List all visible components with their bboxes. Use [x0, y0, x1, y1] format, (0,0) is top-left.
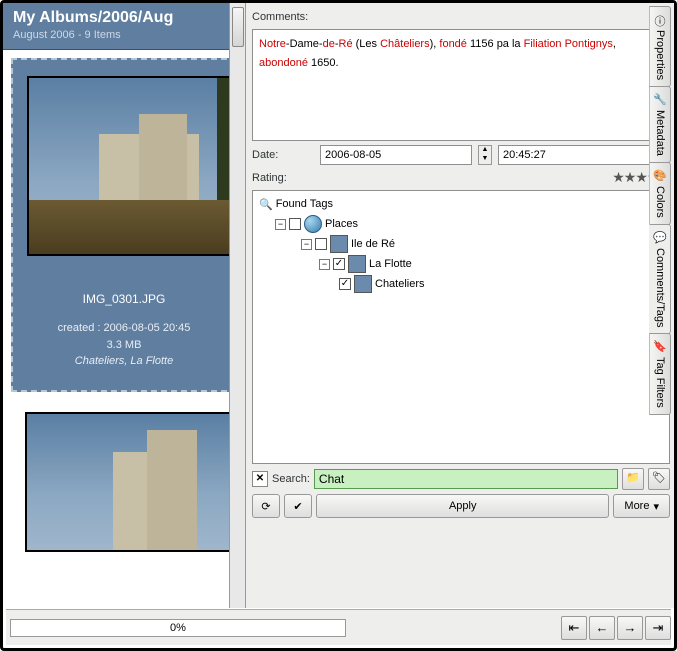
comments-label: Comments: — [252, 9, 670, 25]
tree-node-places[interactable]: −Places — [257, 214, 665, 234]
status-bar: 0% ⇤ ← → ⇥ — [6, 609, 671, 645]
date-input[interactable] — [320, 145, 472, 165]
comment-icon: 💬 — [653, 231, 667, 245]
progress-bar: 0% — [10, 619, 346, 637]
tags-tree[interactable]: 🔍Found Tags −Places −Ile de Ré −✓La Flot… — [252, 190, 670, 464]
tree-node-ile[interactable]: −Ile de Ré — [257, 234, 665, 254]
nav-next-button[interactable]: → — [617, 616, 643, 640]
info-icon: ⓘ — [653, 13, 667, 27]
chevron-down-icon: ▾ — [653, 500, 659, 513]
checkbox-checked[interactable]: ✓ — [339, 278, 351, 290]
properties-panel: Comments: Notre-Dame-de-Ré (Les Châtelie… — [245, 3, 674, 608]
tree-node-chateliers[interactable]: ✓Chateliers — [257, 274, 665, 294]
tab-metadata[interactable]: 🔧Metadata — [649, 86, 671, 163]
save-search-button[interactable]: 📁 — [622, 468, 644, 490]
tab-colors[interactable]: 🎨Colors — [649, 162, 671, 225]
search-label: Search: — [272, 471, 310, 487]
rating-label: Rating: — [252, 170, 287, 186]
apply-button[interactable]: Apply — [316, 494, 609, 518]
comments-textarea[interactable]: Notre-Dame-de-Ré (Les Châteliers), fondé… — [252, 29, 670, 141]
tag-thumb-icon — [330, 235, 348, 253]
nav-first-button[interactable]: ⇤ — [561, 616, 587, 640]
checkbox-checked[interactable]: ✓ — [333, 258, 345, 270]
globe-icon — [304, 215, 322, 233]
date-spinner[interactable]: ▲▼ — [478, 145, 492, 165]
nav-prev-button[interactable]: ← — [589, 616, 615, 640]
thumbnail-image[interactable] — [27, 76, 245, 256]
checkbox[interactable] — [315, 238, 327, 250]
checkbox[interactable] — [289, 218, 301, 230]
collapse-icon[interactable]: − — [275, 219, 286, 230]
search-input[interactable] — [314, 469, 618, 489]
search-icon: 🔍 — [259, 198, 273, 211]
scrollbar-vertical[interactable] — [229, 3, 245, 608]
thumbnail-card[interactable] — [11, 400, 237, 564]
metadata-icon: 🔧 — [653, 93, 667, 107]
filter-icon: 🔖 — [653, 340, 667, 354]
tab-comments-tags[interactable]: 💬Comments/Tags — [649, 224, 671, 334]
tag-options-button[interactable]: 🏷 — [648, 468, 670, 490]
thumbnail-meta: created : 2006-08-05 20:45 3.3 MB Chatel… — [27, 320, 221, 370]
album-subtitle: August 2006 - 9 Items — [13, 29, 235, 41]
date-label: Date: — [252, 147, 314, 163]
album-title: My Albums/2006/Aug — [13, 9, 235, 27]
thumbnail-card-selected[interactable]: IMG_0301.JPG created : 2006-08-05 20:45 … — [11, 58, 237, 392]
tab-properties[interactable]: ⓘProperties — [649, 6, 671, 87]
tree-root[interactable]: 🔍Found Tags — [257, 194, 665, 214]
collapse-icon[interactable]: − — [301, 239, 312, 250]
tag-thumb-icon — [348, 255, 366, 273]
thumbnail-pane: My Albums/2006/Aug August 2006 - 9 Items… — [3, 3, 245, 608]
album-header: My Albums/2006/Aug August 2006 - 9 Items — [3, 3, 245, 50]
clear-search-button[interactable]: ✕ — [252, 471, 268, 487]
time-input[interactable] — [498, 145, 650, 165]
thumbnail-image[interactable] — [25, 412, 245, 552]
side-tabs: ⓘProperties 🔧Metadata 🎨Colors 💬Comments/… — [649, 6, 671, 414]
refresh-button[interactable]: ⟳ — [252, 494, 280, 518]
collapse-icon[interactable]: − — [319, 259, 330, 270]
tag-thumb-icon — [354, 275, 372, 293]
check-button[interactable]: ✔ — [284, 494, 312, 518]
tree-node-flotte[interactable]: −✓La Flotte — [257, 254, 665, 274]
tab-tag-filters[interactable]: 🔖Tag Filters — [649, 333, 671, 415]
more-button[interactable]: More▾ — [613, 494, 670, 518]
colors-icon: 🎨 — [653, 169, 667, 183]
thumbnail-filename: IMG_0301.JPG — [27, 292, 221, 306]
nav-last-button[interactable]: ⇥ — [645, 616, 671, 640]
